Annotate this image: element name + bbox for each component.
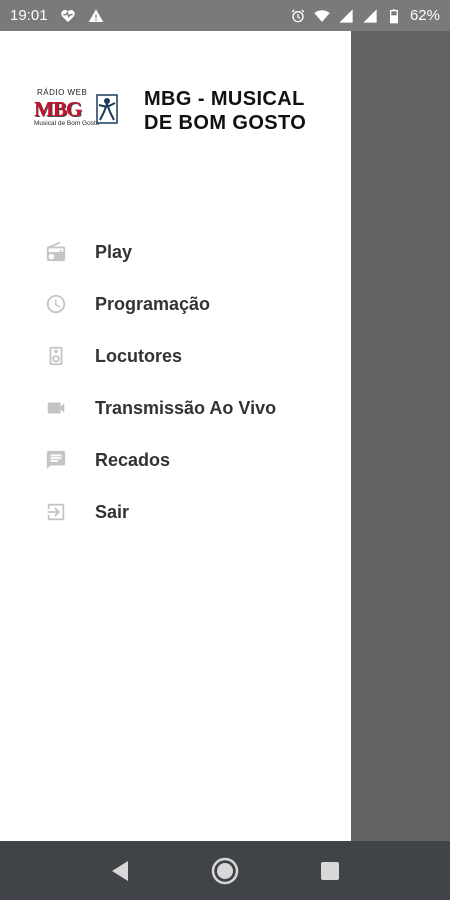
radio-icon — [44, 240, 68, 264]
menu-item-label: Transmissão Ao Vivo — [95, 397, 277, 418]
menu-item-programacao[interactable]: Programação — [0, 278, 351, 330]
back-button[interactable] — [100, 851, 140, 891]
drawer-menu: Play Programação Locutores Transmissão A… — [0, 226, 351, 538]
menu-item-locutores[interactable]: Locutores — [0, 330, 351, 382]
navigation-drawer: RÁDIO WEB MBG Musical de Bom Gosto MBG -… — [0, 31, 351, 841]
wifi-icon — [314, 8, 330, 24]
menu-item-transmissao-ao-vivo[interactable]: Transmissão Ao Vivo — [0, 382, 351, 434]
warning-icon — [88, 8, 104, 24]
menu-item-label: Programação — [95, 293, 211, 314]
speaker-icon — [44, 344, 68, 368]
dancer-figure-icon — [96, 94, 118, 124]
status-bar: 19:01 62% — [0, 0, 450, 31]
recents-button[interactable] — [310, 851, 350, 891]
clock-icon — [44, 292, 68, 316]
back-icon — [112, 860, 129, 881]
menu-item-label: Recados — [95, 449, 171, 470]
logo-tagline: Musical de Bom Gosto — [34, 120, 100, 127]
recents-icon — [320, 861, 339, 880]
home-button[interactable] — [205, 851, 245, 891]
station-title-line1: MBG - MUSICAL — [144, 88, 305, 110]
signal-icon — [338, 8, 354, 24]
menu-item-label: Sair — [95, 501, 130, 522]
battery-icon — [386, 8, 402, 24]
status-time: 19:01 — [10, 7, 48, 24]
message-icon — [44, 448, 68, 472]
station-logo: RÁDIO WEB MBG Musical de Bom Gosto — [34, 88, 120, 134]
menu-item-recados[interactable]: Recados — [0, 434, 351, 486]
station-title: MBG - MUSICAL DE BOM GOSTO — [144, 87, 306, 135]
logo-main-text: MBG — [34, 97, 82, 121]
signal-icon — [362, 8, 378, 24]
menu-item-label: Play — [95, 241, 133, 262]
drawer-scrim[interactable] — [351, 31, 450, 841]
battery-percent: 62% — [409, 7, 440, 24]
menu-item-sair[interactable]: Sair — [0, 486, 351, 538]
system-navigation-bar — [0, 841, 450, 900]
home-icon — [211, 857, 239, 884]
logo-top-text: RÁDIO WEB — [37, 88, 88, 97]
alarm-icon — [290, 8, 306, 24]
station-title-line2: DE BOM GOSTO — [144, 112, 307, 134]
menu-item-play[interactable]: Play — [0, 226, 351, 278]
drawer-header: RÁDIO WEB MBG Musical de Bom Gosto MBG -… — [34, 81, 334, 141]
exit-icon — [44, 500, 68, 524]
heart-monitor-icon — [60, 8, 76, 24]
videocam-icon — [44, 396, 68, 420]
menu-item-label: Locutores — [95, 345, 183, 366]
